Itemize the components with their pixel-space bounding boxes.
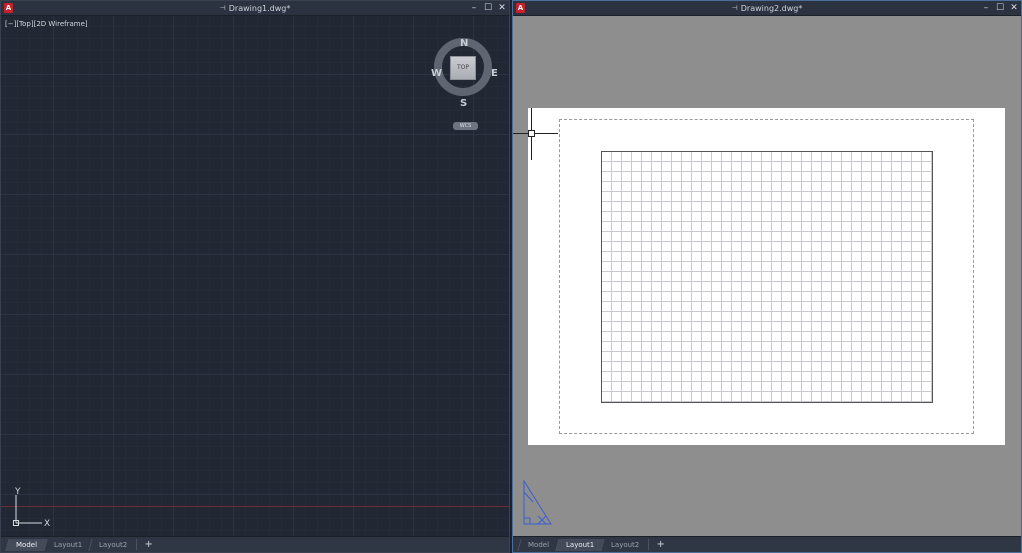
drawing1-window[interactable]: A ⊣ Drawing1.dwg* – ☐ ✕ [−][Top][2D Wire… — [0, 0, 510, 553]
drawing2-titlebar[interactable]: A ⊣ Drawing2.dwg* – ☐ ✕ — [513, 1, 1021, 16]
drawing1-titlebar[interactable]: A ⊣ Drawing1.dwg* – ☐ ✕ — [1, 1, 509, 16]
view-menu[interactable]: [Top] — [16, 20, 33, 28]
layout-tabbar: Model Layout1 Layout2 + — [1, 536, 509, 552]
add-layout-button[interactable]: + — [135, 539, 161, 550]
drawing2-window[interactable]: A ⊣ Drawing2.dwg* – ☐ ✕ Model Layout1 La… — [512, 0, 1022, 553]
pin-icon[interactable]: ⊣ — [732, 4, 738, 12]
viewport-control-menu[interactable]: [−] — [5, 20, 16, 28]
compass-south[interactable]: S — [460, 98, 467, 109]
ucs-icon: Y X — [13, 487, 50, 529]
viewcube[interactable]: TOP N S W E — [431, 26, 501, 116]
pin-icon[interactable]: ⊣ — [220, 4, 226, 12]
layout-tabbar: Model Layout1 Layout2 + — [513, 536, 1021, 552]
paper-space-area[interactable] — [513, 16, 1021, 536]
minimize-button[interactable]: – — [982, 1, 990, 16]
tab-layout2[interactable]: Layout2 — [88, 538, 138, 551]
compass-east[interactable]: E — [491, 68, 498, 79]
maximize-button[interactable]: ☐ — [996, 1, 1004, 16]
close-button[interactable]: ✕ — [1010, 1, 1018, 16]
compass-north[interactable]: N — [460, 38, 468, 49]
autocad-logo-icon[interactable]: A — [516, 3, 525, 13]
tab-model[interactable]: Model — [5, 538, 47, 551]
compass-west[interactable]: W — [431, 68, 442, 79]
ucs-x-label: X — [44, 519, 50, 529]
viewport-controls-label[interactable]: [−][Top][2D Wireframe] — [5, 20, 88, 28]
crosshair-pickbox — [528, 130, 535, 137]
wcs-menu[interactable]: WCS — [453, 122, 478, 130]
ucs-y-label: Y — [14, 487, 21, 497]
paper-sheet[interactable] — [528, 108, 1005, 445]
x-axis-line — [1, 506, 509, 507]
paper-ucs-icon — [523, 479, 552, 525]
minimize-button[interactable]: – — [470, 1, 478, 16]
crosshair-horizontal — [513, 133, 558, 134]
add-layout-button[interactable]: + — [647, 539, 673, 550]
tab-layout2[interactable]: Layout2 — [600, 538, 650, 551]
close-button[interactable]: ✕ — [498, 1, 506, 16]
viewcube-top-face[interactable]: TOP — [450, 56, 476, 80]
tab-layout1[interactable]: Layout1 — [43, 538, 92, 551]
window-title: Drawing1.dwg* — [228, 3, 291, 13]
autocad-logo-icon[interactable]: A — [4, 3, 13, 13]
model-viewport[interactable]: [−][Top][2D Wireframe] TOP N S W E WCS — [1, 16, 509, 536]
tab-model[interactable]: Model — [517, 538, 559, 551]
visual-style-menu[interactable]: [2D Wireframe] — [34, 20, 88, 28]
window-title: Drawing2.dwg* — [740, 3, 803, 13]
layout-viewport[interactable] — [601, 151, 933, 403]
maximize-button[interactable]: ☐ — [484, 1, 492, 16]
tab-layout1[interactable]: Layout1 — [555, 538, 604, 551]
